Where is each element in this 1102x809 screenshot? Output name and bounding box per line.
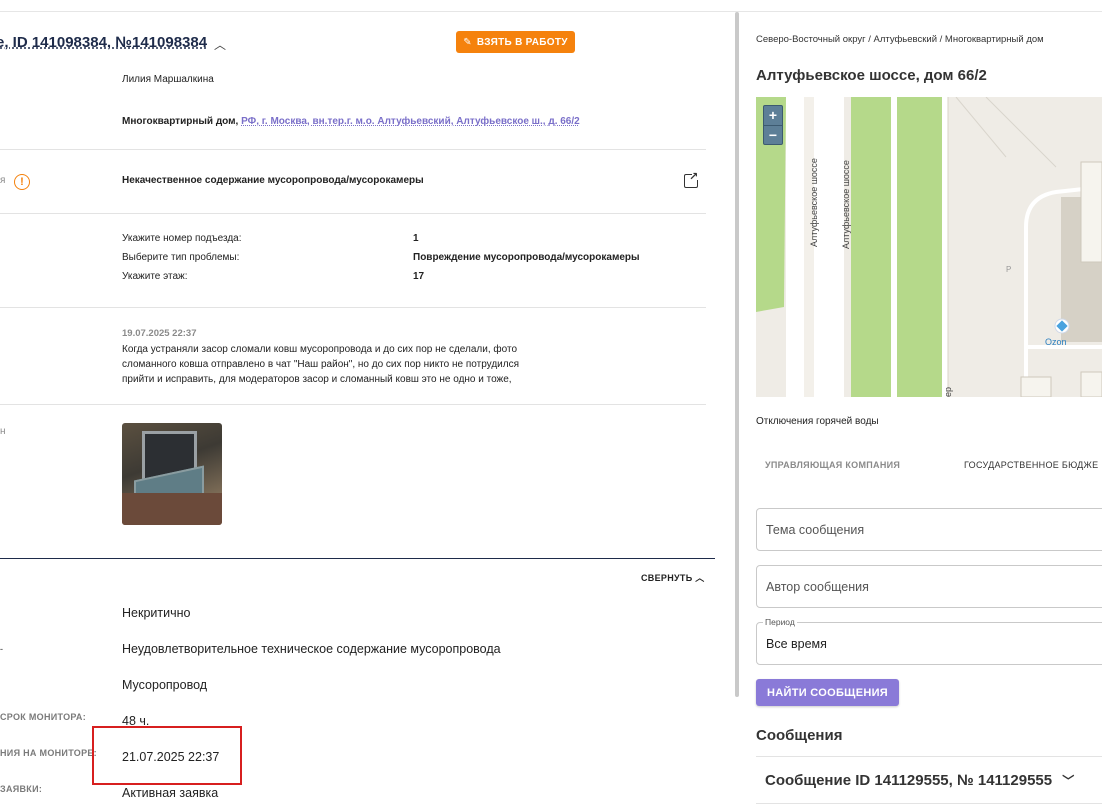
map[interactable]: + − Алтуфьевское шоссе Алтуфьевское шосс…	[756, 97, 1102, 397]
find-messages-button[interactable]: НАЙТИ СООБЩЕНИЯ	[756, 679, 899, 706]
period-label: Период	[763, 617, 797, 627]
param-label: Выберите тип проблемы:	[122, 252, 240, 263]
collapse-label: СВЕРНУТЬ	[641, 573, 693, 583]
breadcrumb: Северо-Восточный округ / Алтуфьевский / …	[756, 34, 1044, 45]
zoom-out-button[interactable]: −	[764, 125, 782, 144]
author-placeholder: Автор сообщения	[766, 580, 869, 594]
detail-label: НИЯ НА МОНИТОРЕ:	[0, 748, 97, 758]
location-panel: Северо-Восточный округ / Алтуфьевский / …	[740, 12, 1102, 809]
comment-line: Когда устраняли засор сломали ковш мусор…	[122, 344, 517, 355]
author-field[interactable]: Автор сообщения	[756, 565, 1102, 608]
pencil-icon: ✎	[463, 36, 472, 48]
param-label: Укажите номер подъезда:	[122, 233, 242, 244]
object-line: Многоквартирный дом, РФ, г. Москва, вн.т…	[122, 116, 580, 127]
object-address-link[interactable]: РФ, г. Москва, вн.тер.г. м.о. Алтуфьевск…	[241, 116, 580, 127]
tab-management-company[interactable]: УПРАВЛЯЮЩАЯ КОМПАНИЯ	[765, 460, 900, 470]
message-item[interactable]: Сообщение ID 141129555, № 141129555 ﹀	[765, 772, 1074, 789]
violation-value: Неудовлетворительное техническое содержа…	[122, 642, 501, 656]
street-label: Алтуфьевское шоссе	[809, 158, 819, 247]
category-label: я	[0, 175, 6, 186]
period-value: Все время	[766, 637, 827, 651]
topic-field[interactable]: Тема сообщения	[756, 508, 1102, 551]
topic-placeholder: Тема сообщения	[766, 523, 865, 537]
section-divider	[0, 558, 715, 559]
comment-line: сломанного ковша отправлено в чат "Наш р…	[122, 359, 519, 370]
chevron-up-icon[interactable]: ︿	[214, 36, 226, 53]
map-canvas	[756, 97, 1102, 397]
take-to-work-button[interactable]: ✎ ВЗЯТЬ В РАБОТУ	[456, 31, 575, 53]
divider	[0, 307, 706, 308]
highlight-box	[92, 726, 242, 785]
period-select[interactable]: Период Все время	[756, 617, 1102, 665]
param-value: 1	[413, 233, 419, 244]
chevron-down-icon: ﹀	[1062, 774, 1075, 788]
chevron-up-icon: ︿	[695, 573, 705, 583]
divider	[756, 803, 1102, 804]
param-value: Повреждение мусоропровода/мусорокамеры	[413, 252, 640, 263]
status-value: Активная заявка	[122, 786, 219, 800]
comment-line: прийти и исправить, для модераторов засо…	[122, 374, 512, 385]
address-title: Алтуфьевское шоссе, дом 66/2	[756, 67, 987, 84]
collapse-button[interactable]: СВЕРНУТЬ ︿	[641, 571, 705, 584]
message-item-label: Сообщение ID 141129555, № 141129555	[765, 772, 1053, 789]
external-link-arrow: ↗	[689, 171, 699, 183]
param-value: 17	[413, 271, 425, 282]
attached-photo[interactable]	[122, 423, 222, 525]
author-name: Лилия Маршалкина	[122, 74, 214, 85]
messages-title: Сообщения	[756, 727, 843, 744]
warning-icon: !	[14, 174, 30, 190]
poi-label: Ozon	[1045, 337, 1067, 347]
category-value: Некачественное содержание мусоропровода/…	[122, 175, 424, 186]
request-title[interactable]: e, ID 141098384, №141098384	[0, 34, 207, 51]
param-label: Укажите этаж:	[122, 271, 188, 282]
criticality-value: Некритично	[122, 606, 191, 620]
hot-water-link[interactable]: Отключения горячей воды	[756, 416, 879, 427]
detail-label: СРОК МОНИТОРА:	[0, 712, 87, 722]
request-panel: e, ID 141098384, №141098384 ︿ ✎ ВЗЯТЬ В …	[0, 12, 735, 809]
map-zoom-control[interactable]: + −	[763, 105, 783, 145]
tab-state-budget[interactable]: ГОСУДАРСТВЕННОЕ БЮДЖЕ	[964, 460, 1098, 470]
scrollbar[interactable]	[735, 12, 739, 697]
street-label-fragment: ер	[943, 386, 953, 397]
divider	[756, 756, 1102, 757]
comment-text: Когда устраняли засор сломали ковш мусор…	[122, 342, 519, 387]
photo-label: н	[0, 426, 6, 437]
parking-icon: P	[1006, 265, 1012, 274]
divider	[0, 404, 706, 405]
detail-label: ЗАЯВКИ:	[0, 784, 43, 794]
comment-date: 19.07.2025 22:37	[122, 328, 197, 339]
divider	[0, 213, 706, 214]
object-type-value: Мусоропровод	[122, 678, 208, 692]
object-type: Многоквартирный дом,	[122, 116, 239, 127]
detail-label: -	[0, 644, 4, 654]
divider	[0, 149, 706, 150]
street-label: Алтуфьевское шоссе	[841, 160, 851, 249]
zoom-in-button[interactable]: +	[764, 106, 782, 125]
